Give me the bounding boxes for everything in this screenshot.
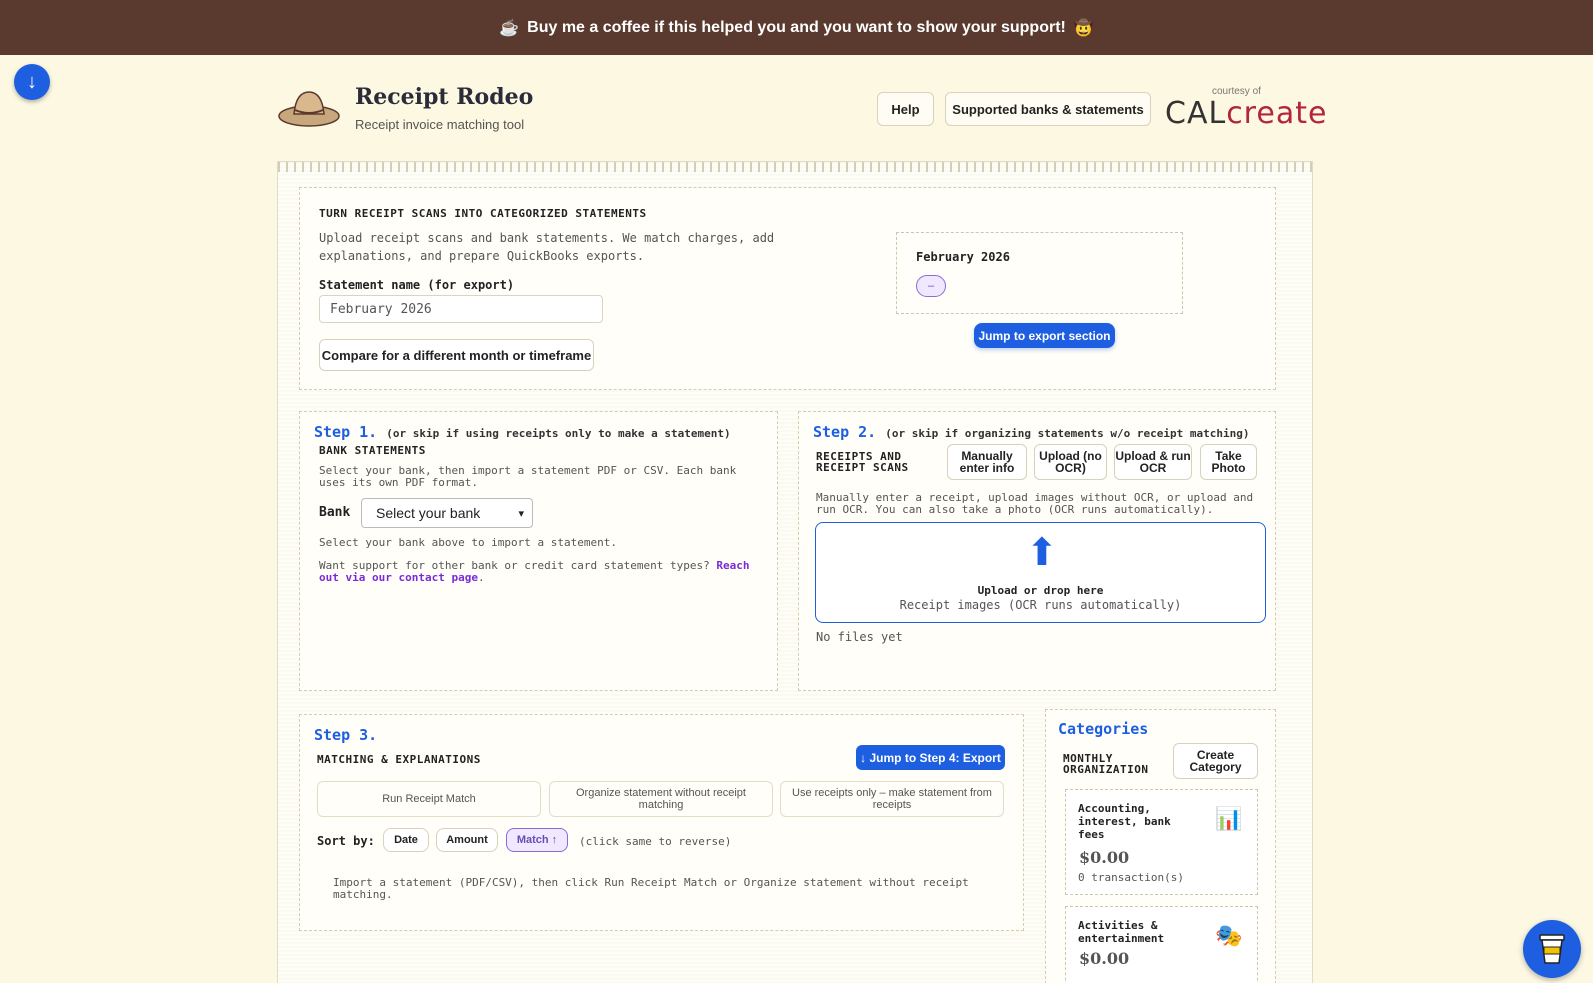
compare-timeframe-button[interactable]: Compare for a different month or timefra… xyxy=(319,339,594,371)
category-name: Activities & entertainment xyxy=(1078,919,1165,945)
step3-heading: Step 3. xyxy=(314,726,377,744)
bank-select-value: Select your bank xyxy=(376,505,481,521)
upload-ocr-button[interactable]: Upload & run OCR xyxy=(1114,444,1192,480)
dropzone-title: Upload or drop here xyxy=(977,584,1104,597)
upload-arrow-icon: ⬆ xyxy=(1026,532,1058,574)
support-banner[interactable]: ☕ Buy me a coffee if this helped you and… xyxy=(0,0,1593,55)
receipt-dropzone[interactable]: ⬆ Upload or drop here Receipt images (OC… xyxy=(815,522,1266,623)
organize-statement-button[interactable]: Organize statement without receipt match… xyxy=(549,781,773,817)
category-card[interactable]: Accounting, interest, bank fees 📊 $0.00 … xyxy=(1065,789,1258,895)
step2-heading: Step 2. (or skip if organizing statement… xyxy=(813,423,1250,441)
categories-kicker: MONTHLY ORGANIZATION xyxy=(1063,752,1149,776)
step2-label: Step 2. xyxy=(813,423,877,441)
month-summary-title: February 2026 xyxy=(916,250,1010,264)
month-summary-pill[interactable]: – xyxy=(916,275,946,297)
category-amount: $0.00 xyxy=(1079,949,1130,968)
scroll-down-button[interactable]: ↓ xyxy=(14,64,50,100)
step1-note: (or skip if using receipts only to make … xyxy=(386,427,731,440)
step1-label: Step 1. xyxy=(314,423,378,441)
calcreate-logo[interactable]: CALcreate xyxy=(1165,96,1327,131)
step3-description: Import a statement (PDF/CSV), then click… xyxy=(333,876,969,901)
cowboy-icon: 🤠 xyxy=(1073,19,1094,37)
statement-name-label: Statement name (for export) xyxy=(319,278,515,292)
run-receipt-match-button[interactable]: Run Receipt Match xyxy=(317,781,541,817)
step1-panel: Step 1. (or skip if using receipts only … xyxy=(299,411,778,691)
ruler-decoration xyxy=(278,162,1312,172)
dropzone-subtitle: Receipt images (OCR runs automatically) xyxy=(899,598,1182,612)
sort-by-label: Sort by: xyxy=(317,834,375,848)
coffee-icon: ☕ xyxy=(499,19,520,37)
take-photo-button[interactable]: Take Photo xyxy=(1200,444,1257,480)
coffee-cup-button[interactable] xyxy=(1523,920,1581,978)
category-name: Accounting, interest, bank fees xyxy=(1078,802,1171,841)
bank-select[interactable]: Select your bank ▾ xyxy=(361,498,533,528)
step1-description: Select your bank, then import a statemen… xyxy=(319,464,737,489)
bank-hint: Select your bank above to import a state… xyxy=(319,536,618,549)
app-header: Receipt Rodeo Receipt invoice matching t… xyxy=(278,80,1326,140)
theater-masks-icon: 🎭 xyxy=(1215,923,1243,948)
no-files-text: No files yet xyxy=(816,630,903,644)
categories-panel: Categories MONTHLY ORGANIZATION Create C… xyxy=(1045,709,1276,983)
create-category-button[interactable]: Create Category xyxy=(1173,743,1258,779)
month-summary: February 2026 – xyxy=(896,232,1183,314)
manual-entry-button[interactable]: Manually enter info xyxy=(947,444,1027,480)
step3-label: Step 3. xyxy=(314,726,378,744)
brand-part-b: create xyxy=(1226,96,1328,131)
help-button[interactable]: Help xyxy=(877,92,934,126)
upload-no-ocr-button[interactable]: Upload (no OCR) xyxy=(1034,444,1107,480)
jump-to-step4-button[interactable]: ↓ Jump to Step 4: Export xyxy=(856,745,1005,770)
step1-heading: Step 1. (or skip if using receipts only … xyxy=(314,423,731,441)
category-amount: $0.00 xyxy=(1079,848,1130,867)
categories-title: Categories xyxy=(1058,720,1149,738)
jump-to-export-button[interactable]: Jump to export section xyxy=(974,323,1115,348)
supported-banks-button[interactable]: Supported banks & statements xyxy=(945,92,1151,126)
sort-amount-button[interactable]: Amount xyxy=(436,828,498,852)
step2-description: Manually enter a receipt, upload images … xyxy=(816,491,1254,516)
intro-description: Upload receipt scans and bank statements… xyxy=(319,231,775,263)
category-count: 0 transaction(s) xyxy=(1078,871,1184,884)
step2-kicker: RECEIPTS AND RECEIPT SCANS xyxy=(816,450,909,474)
step3-panel: Step 3. MATCHING & EXPLANATIONS ↓ Jump t… xyxy=(299,714,1024,931)
bank-support-text: Want support for other bank or credit ca… xyxy=(319,560,759,584)
app-subtitle: Receipt invoice matching tool xyxy=(355,117,525,132)
receipts-only-button[interactable]: Use receipts only – make statement from … xyxy=(780,781,1004,817)
bar-chart-icon: 📊 xyxy=(1215,806,1243,831)
bank-label: Bank xyxy=(319,505,351,520)
step3-kicker: MATCHING & EXPLANATIONS xyxy=(317,753,481,766)
sort-note: (click same to reverse) xyxy=(579,835,732,848)
support-end: . xyxy=(477,571,485,584)
main-card: TURN RECEIPT SCANS INTO CATEGORIZED STAT… xyxy=(277,161,1313,983)
step2-note: (or skip if organizing statements w/o re… xyxy=(885,427,1250,440)
cowboy-hat-logo-icon xyxy=(278,91,340,127)
coffee-cup-icon xyxy=(1539,934,1565,964)
intro-kicker: TURN RECEIPT SCANS INTO CATEGORIZED STAT… xyxy=(319,207,647,220)
sort-date-button[interactable]: Date xyxy=(383,828,429,852)
category-card[interactable]: Activities & entertainment 🎭 $0.00 xyxy=(1065,906,1258,983)
statement-name-input[interactable] xyxy=(319,295,603,323)
step2-panel: Step 2. (or skip if organizing statement… xyxy=(798,411,1276,691)
sort-match-button[interactable]: Match ↑ xyxy=(506,828,568,852)
app-title: Receipt Rodeo xyxy=(355,84,534,110)
chevron-down-icon: ▾ xyxy=(518,508,524,520)
brand-part-a: CAL xyxy=(1165,96,1227,131)
step1-kicker: BANK STATEMENTS xyxy=(319,444,426,457)
intro-panel: TURN RECEIPT SCANS INTO CATEGORIZED STAT… xyxy=(299,187,1276,390)
support-banner-text: Buy me a coffee if this helped you and y… xyxy=(527,18,1066,36)
